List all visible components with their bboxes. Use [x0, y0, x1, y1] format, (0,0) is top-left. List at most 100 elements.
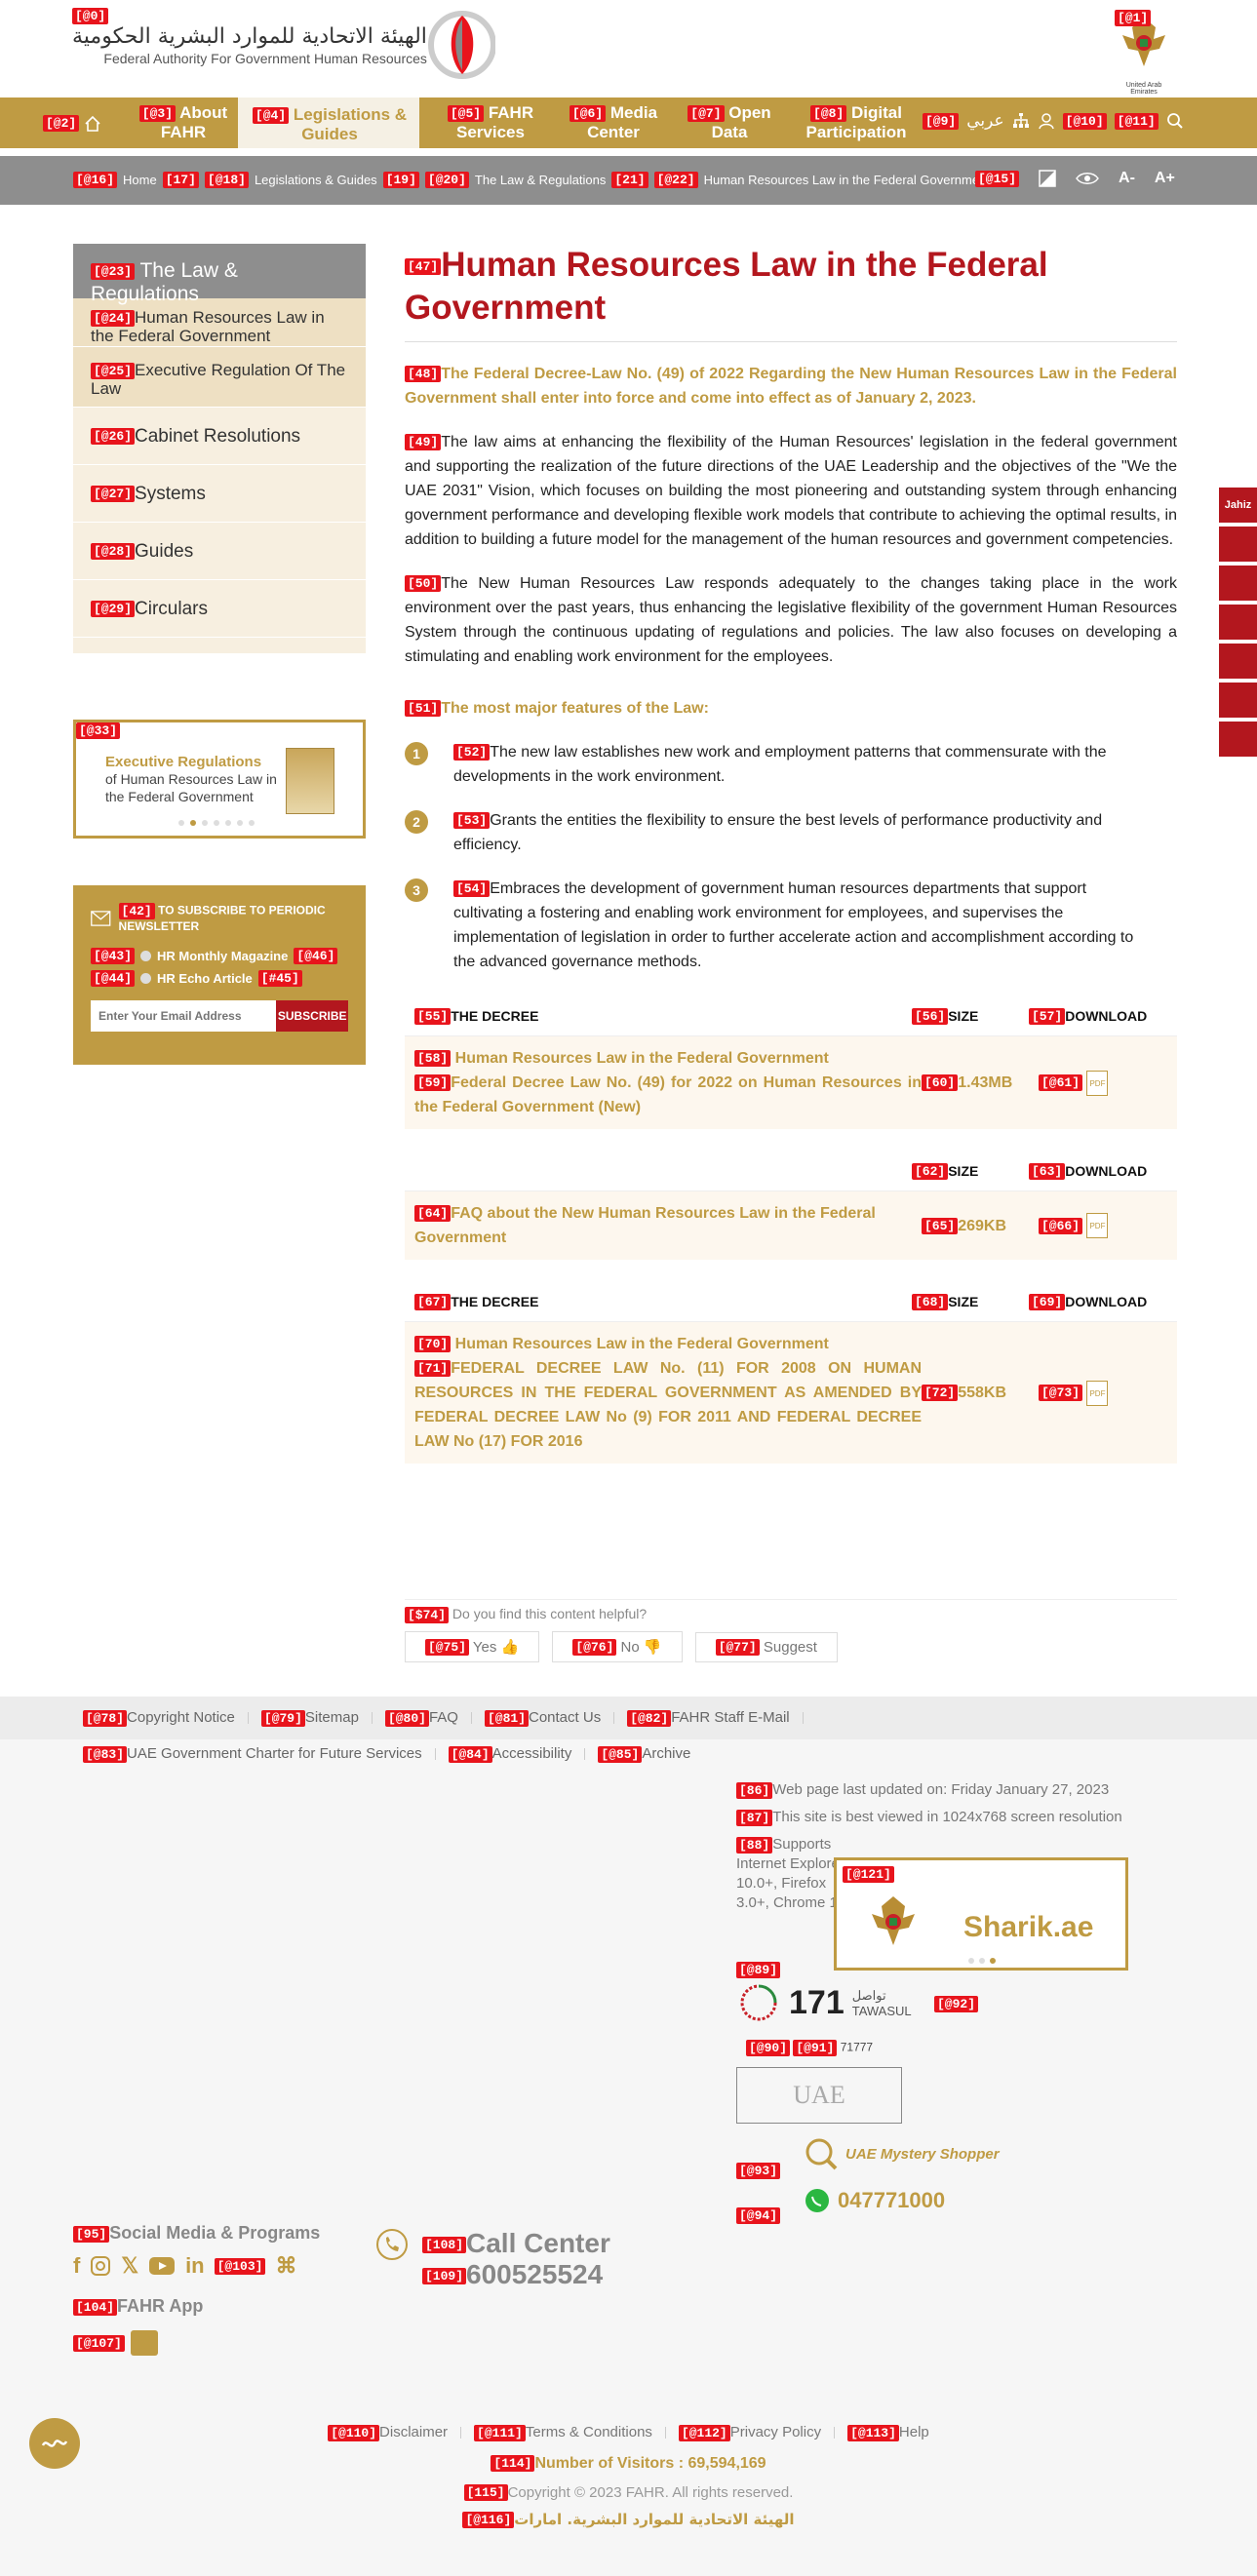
footer-links: [@78] Copyright Notice [@79] Sitemap [@80]…: [0, 1697, 1257, 1739]
paragraph-text: The New Human Resources Law responds ade…: [405, 575, 1177, 665]
linkedin-icon[interactable]: in: [185, 2253, 205, 2279]
tag-label: [@112]: [678, 2424, 730, 2441]
x-twitter-icon[interactable]: 𝕏: [121, 2253, 138, 2279]
language-toggle[interactable]: عربي: [966, 111, 1003, 131]
contrast-icon[interactable]: [1039, 170, 1056, 187]
checklist-tab[interactable]: [1219, 722, 1257, 757]
sidebar-item-circulars[interactable]: [@29] Circulars: [73, 580, 366, 638]
podcast-icon[interactable]: ⌘: [275, 2253, 296, 2279]
column-header: DOWNLOAD: [1065, 1007, 1148, 1024]
sidebar-item-executive-regulation[interactable]: [@25] Executive Regulation Of The Law: [73, 347, 366, 408]
tag-label: [60]: [922, 1074, 959, 1092]
footer-link-contact[interactable]: [@81] Contact Us: [484, 1709, 602, 1727]
sidebar-heading[interactable]: [@23] The Law & Regulations: [73, 244, 366, 305]
nav-open-data[interactable]: [@7] Open Data: [681, 103, 778, 142]
sharik-banner[interactable]: [@121] Sharik.ae: [834, 1857, 1128, 1971]
mail-icon: [91, 911, 111, 926]
font-decrease-button[interactable]: A-: [1119, 170, 1135, 187]
download-pdf-button[interactable]: [@73] PDF: [1039, 1380, 1165, 1406]
sitemap-icon[interactable]: [1012, 112, 1030, 130]
fahr-logo[interactable]: [@0] الهيئة الاتحادية للموارد البشرية ال…: [72, 8, 495, 80]
nav-digital-participation[interactable]: [@8] Digital Participation: [798, 103, 915, 142]
side-tab[interactable]: [1219, 566, 1257, 601]
feature-text: Grants the entities the flexibility to e…: [453, 812, 1103, 853]
option-hr-magazine[interactable]: [@43] HR Monthly Magazine [@46]: [91, 948, 348, 964]
footer-link-accessibility[interactable]: [@84] Accessibility: [448, 1745, 571, 1763]
breadcrumb-legislations[interactable]: Legislations & Guides: [255, 173, 377, 187]
link-privacy[interactable]: [@112] Privacy Policy: [678, 2424, 821, 2441]
tag-label: [@11]: [1114, 112, 1159, 130]
document-group: Human Resources Law in the Federal Gover…: [454, 1050, 829, 1067]
sidebar-item-systems[interactable]: [@27] Systems: [73, 465, 366, 523]
sidebar-item-guides[interactable]: [@28] Guides: [73, 523, 366, 580]
call-center-number[interactable]: [109] 600525524: [422, 2259, 610, 2290]
jahiz-tab[interactable]: Jahiz: [1219, 488, 1257, 523]
link-label: Contact Us: [529, 1709, 602, 1727]
tag-label: [19]: [382, 172, 419, 188]
footer-link-archive[interactable]: [@85] Archive: [598, 1745, 690, 1763]
uae-brand-logo[interactable]: UAE: [736, 2067, 902, 2124]
search-icon[interactable]: [1166, 112, 1184, 130]
footer-link-faq[interactable]: [@80] FAQ: [384, 1709, 458, 1727]
subscribe-button[interactable]: SUBSCRIBE: [276, 1000, 348, 1032]
tag-label: [51]: [405, 700, 442, 718]
download-pdf-button[interactable]: [@66] PDF: [1039, 1213, 1165, 1238]
social-media: [95] Social Media & Programs f 𝕏 in [@103…: [73, 2223, 320, 2356]
tag-label[interactable]: [@90]: [746, 2040, 791, 2056]
instagram-icon[interactable]: [90, 2255, 111, 2277]
radio-hr-echo[interactable]: [140, 973, 152, 984]
mystery-shopper[interactable]: [@93] UAE Mystery Shopper: [736, 2137, 1000, 2179]
feature-item: 1 [52] The new law establishes new work an…: [405, 740, 1177, 789]
link-terms[interactable]: [@111] Terms & Conditions: [474, 2424, 652, 2441]
tag-label: [@27]: [91, 486, 136, 503]
best-viewed: [87] This site is best viewed in 1024x768…: [736, 1808, 1156, 1827]
sidebar: [@23] The Law & Regulations [@24] Human R…: [73, 244, 366, 653]
email-input[interactable]: [91, 1000, 277, 1032]
stats-tab[interactable]: [1219, 683, 1257, 718]
carousel-dots: [178, 820, 255, 826]
uae-emblem[interactable]: [@1] United Arab Emirates: [1115, 10, 1173, 96]
file-size: 269KB: [958, 1217, 1007, 1234]
footer-link-copyright[interactable]: [@78] Copyright Notice: [83, 1709, 235, 1727]
feedback-suggest-button[interactable]: [@77] Suggest: [694, 1631, 838, 1663]
side-tab[interactable]: [1219, 527, 1257, 562]
document-group: Human Resources Law in the Federal Gover…: [454, 1336, 829, 1352]
footer-link-charter[interactable]: [@83] UAE Government Charter for Future S…: [83, 1745, 422, 1763]
breadcrumb-law-regulations[interactable]: The Law & Regulations: [475, 173, 606, 187]
tag-label: [59]: [414, 1074, 452, 1092]
whatsapp-contact[interactable]: [@94] 047771000: [736, 2188, 945, 2224]
breadcrumb-home[interactable]: Home: [123, 173, 157, 187]
feedback-no-button[interactable]: [@76] No 👎: [552, 1630, 683, 1663]
tag-label: [@110]: [328, 2424, 380, 2441]
sidebar-item-cabinet-resolutions[interactable]: [@26] Cabinet Resolutions: [73, 408, 366, 465]
font-increase-button[interactable]: A+: [1155, 170, 1175, 187]
eye-icon[interactable]: [1076, 171, 1099, 186]
settings-tab[interactable]: [1219, 644, 1257, 679]
executive-regulations-banner[interactable]: [@33] Executive Regulations of Human Res…: [73, 720, 366, 839]
tag-label: [@121]: [843, 1866, 894, 1883]
radio-hr-magazine[interactable]: [140, 951, 152, 961]
facebook-icon[interactable]: f: [73, 2253, 80, 2279]
button-label: Yes: [472, 1638, 497, 1656]
download-pdf-button[interactable]: [@61] PDF: [1039, 1070, 1165, 1096]
nav-media-center[interactable]: [@6] Media Center: [560, 103, 667, 142]
link-label: UAE Government Charter for Future Servic…: [127, 1745, 422, 1762]
idea-tab[interactable]: [1219, 605, 1257, 640]
youtube-icon[interactable]: [148, 2256, 176, 2276]
footer-link-sitemap[interactable]: [@79] Sitemap: [260, 1709, 359, 1727]
option-label: HR Monthly Magazine: [157, 949, 289, 963]
link-help[interactable]: [@113] Help: [847, 2424, 929, 2441]
nav-fahr-services[interactable]: [@5] FAHR Services: [437, 103, 544, 142]
user-icon[interactable]: [1038, 112, 1055, 130]
footer-link-staff-email[interactable]: [@82] FAHR Staff E-Mail: [627, 1709, 790, 1727]
nav-legislations-active[interactable]: [@4] Legislations & Guides: [238, 98, 419, 148]
nav-about[interactable]: [@3] About FAHR: [135, 103, 232, 142]
tag-label[interactable]: [@91]: [793, 2040, 838, 2056]
tag-label: [@26]: [91, 428, 136, 446]
feedback-yes-button[interactable]: [@75] Yes 👍: [405, 1630, 540, 1663]
link-disclaimer[interactable]: [@110] Disclaimer: [328, 2424, 448, 2441]
app-store-icon[interactable]: [130, 2330, 158, 2356]
option-hr-echo[interactable]: [@44] HR Echo Article [#45]: [91, 970, 348, 987]
nav-home[interactable]: [@2]: [43, 113, 101, 133]
link-label: Help: [898, 2424, 929, 2440]
